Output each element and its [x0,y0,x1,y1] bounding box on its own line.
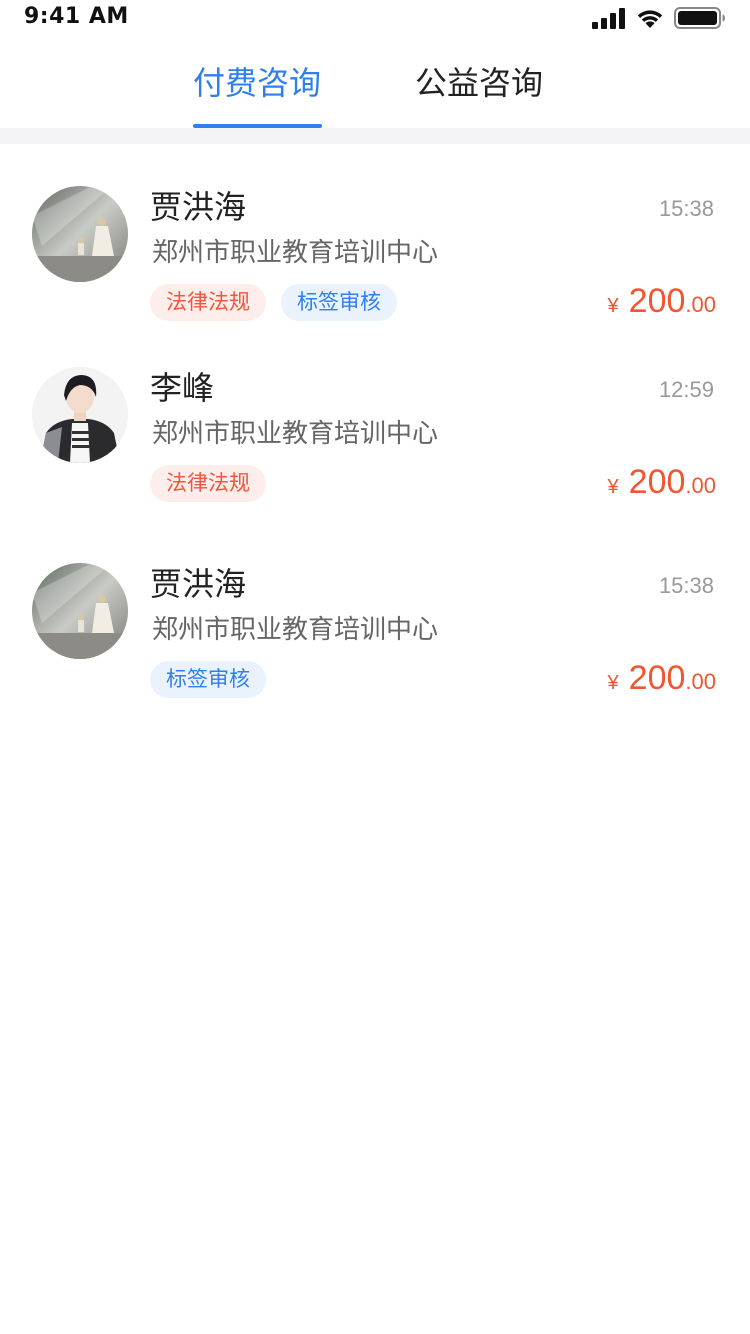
consult-time: 15:38 [658,573,714,598]
consultant-name: 贾洪海 [150,565,247,603]
avatar [32,367,128,463]
woman-child-photo-icon [32,186,128,282]
cellular-signal-icon [592,7,626,29]
price-decimal: .00 [685,473,716,498]
currency-symbol: ¥ [607,672,619,694]
price-decimal: .00 [685,292,716,317]
avatar [32,563,128,659]
price: ¥200.00 [608,463,716,502]
price: ¥200.00 [608,659,716,698]
consultant-organization: 郑州市职业教育培训中心 [152,615,439,645]
status-bar: 9:41 AM [0,0,750,40]
consultant-name: 李峰 [150,369,215,407]
tag-list: 法律法规 [150,465,266,502]
currency-symbol: ¥ [607,295,619,317]
consult-tabs: 付费咨询 公益咨询 [0,40,750,128]
price-integer: 200 [628,463,686,501]
tab-paid-consult[interactable]: 付费咨询 [193,58,321,104]
price-integer: 200 [628,282,686,320]
tag-law[interactable]: 法律法规 [150,284,266,321]
consultation-item[interactable]: 李峰 12:59 郑州市职业教育培训中心 法律法规 ¥200.00 [0,325,750,502]
tag-list: 法律法规 标签审核 [150,284,397,321]
price-integer: 200 [628,659,686,697]
consultation-item[interactable]: 贾洪海 15:38 郑州市职业教育培训中心 法律法规 标签审核 ¥200.00 [0,144,750,321]
tag-review[interactable]: 标签审核 [150,661,266,698]
consultation-item[interactable]: 贾洪海 15:38 郑州市职业教育培训中心 标签审核 ¥200.00 [0,521,750,698]
avatar [32,186,128,282]
price-decimal: .00 [685,669,716,694]
battery-icon [674,6,726,30]
tag-review[interactable]: 标签审核 [281,284,397,321]
tag-law[interactable]: 法律法规 [150,465,266,502]
consultant-organization: 郑州市职业教育培训中心 [152,238,439,268]
wifi-icon [636,7,664,29]
young-man-illustration-icon [32,367,128,463]
consult-time: 12:59 [658,377,714,402]
currency-symbol: ¥ [607,476,619,498]
consult-time: 15:38 [658,196,714,221]
status-time: 9:41 AM [24,4,129,29]
status-icons [592,6,726,30]
woman-child-photo-icon [32,563,128,659]
consultant-organization: 郑州市职业教育培训中心 [152,419,439,449]
tab-free-consult[interactable]: 公益咨询 [415,58,543,104]
section-divider [0,128,750,144]
consultant-name: 贾洪海 [150,188,247,226]
tag-list: 标签审核 [150,661,266,698]
price: ¥200.00 [608,282,716,321]
